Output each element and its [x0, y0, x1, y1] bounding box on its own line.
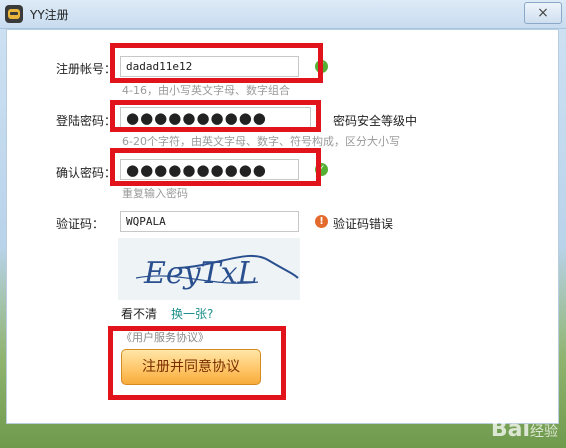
watermark-sub: 经验 — [530, 424, 558, 440]
captcha-graphic: EeyTxL — [135, 255, 299, 291]
password-label: 登陆密码： — [56, 114, 117, 128]
confirm-password-hint: 重复输入密码 — [122, 187, 188, 200]
highlight-box-password — [110, 100, 321, 132]
refresh-captcha-link[interactable]: 换一张? — [171, 305, 213, 322]
watermark-text: Bai — [490, 417, 530, 442]
highlight-box-username — [110, 43, 323, 83]
cant-see-label: 看不清 — [121, 307, 158, 321]
captcha-image[interactable]: EeyTxL — [118, 238, 300, 300]
highlight-box-button — [108, 326, 286, 400]
watermark: Bai经验 — [491, 417, 558, 442]
captcha-input[interactable]: WQPALA — [120, 211, 299, 232]
username-label: 注册帐号： — [56, 62, 117, 76]
captcha-text: EeyTxL — [143, 256, 257, 291]
confirm-password-label: 确认密码： — [56, 166, 117, 180]
title-bar: YY注册 × — [0, 0, 566, 29]
password-strength: 密码安全等级中 — [333, 114, 418, 128]
captcha-label: 验证码： — [56, 217, 105, 231]
captcha-error: 验证码错误 — [333, 217, 394, 231]
yy-app-icon — [5, 5, 23, 23]
error-icon: ! — [315, 215, 328, 228]
username-hint: 4-16，由小写英文字母、数字组合 — [122, 84, 290, 97]
highlight-box-confirm — [110, 148, 321, 186]
close-button[interactable]: × — [524, 2, 562, 24]
window-title: YY注册 — [30, 8, 69, 22]
password-hint: 6-20个字符，由英文字母、数字、符号构成，区分大小写 — [122, 135, 400, 148]
